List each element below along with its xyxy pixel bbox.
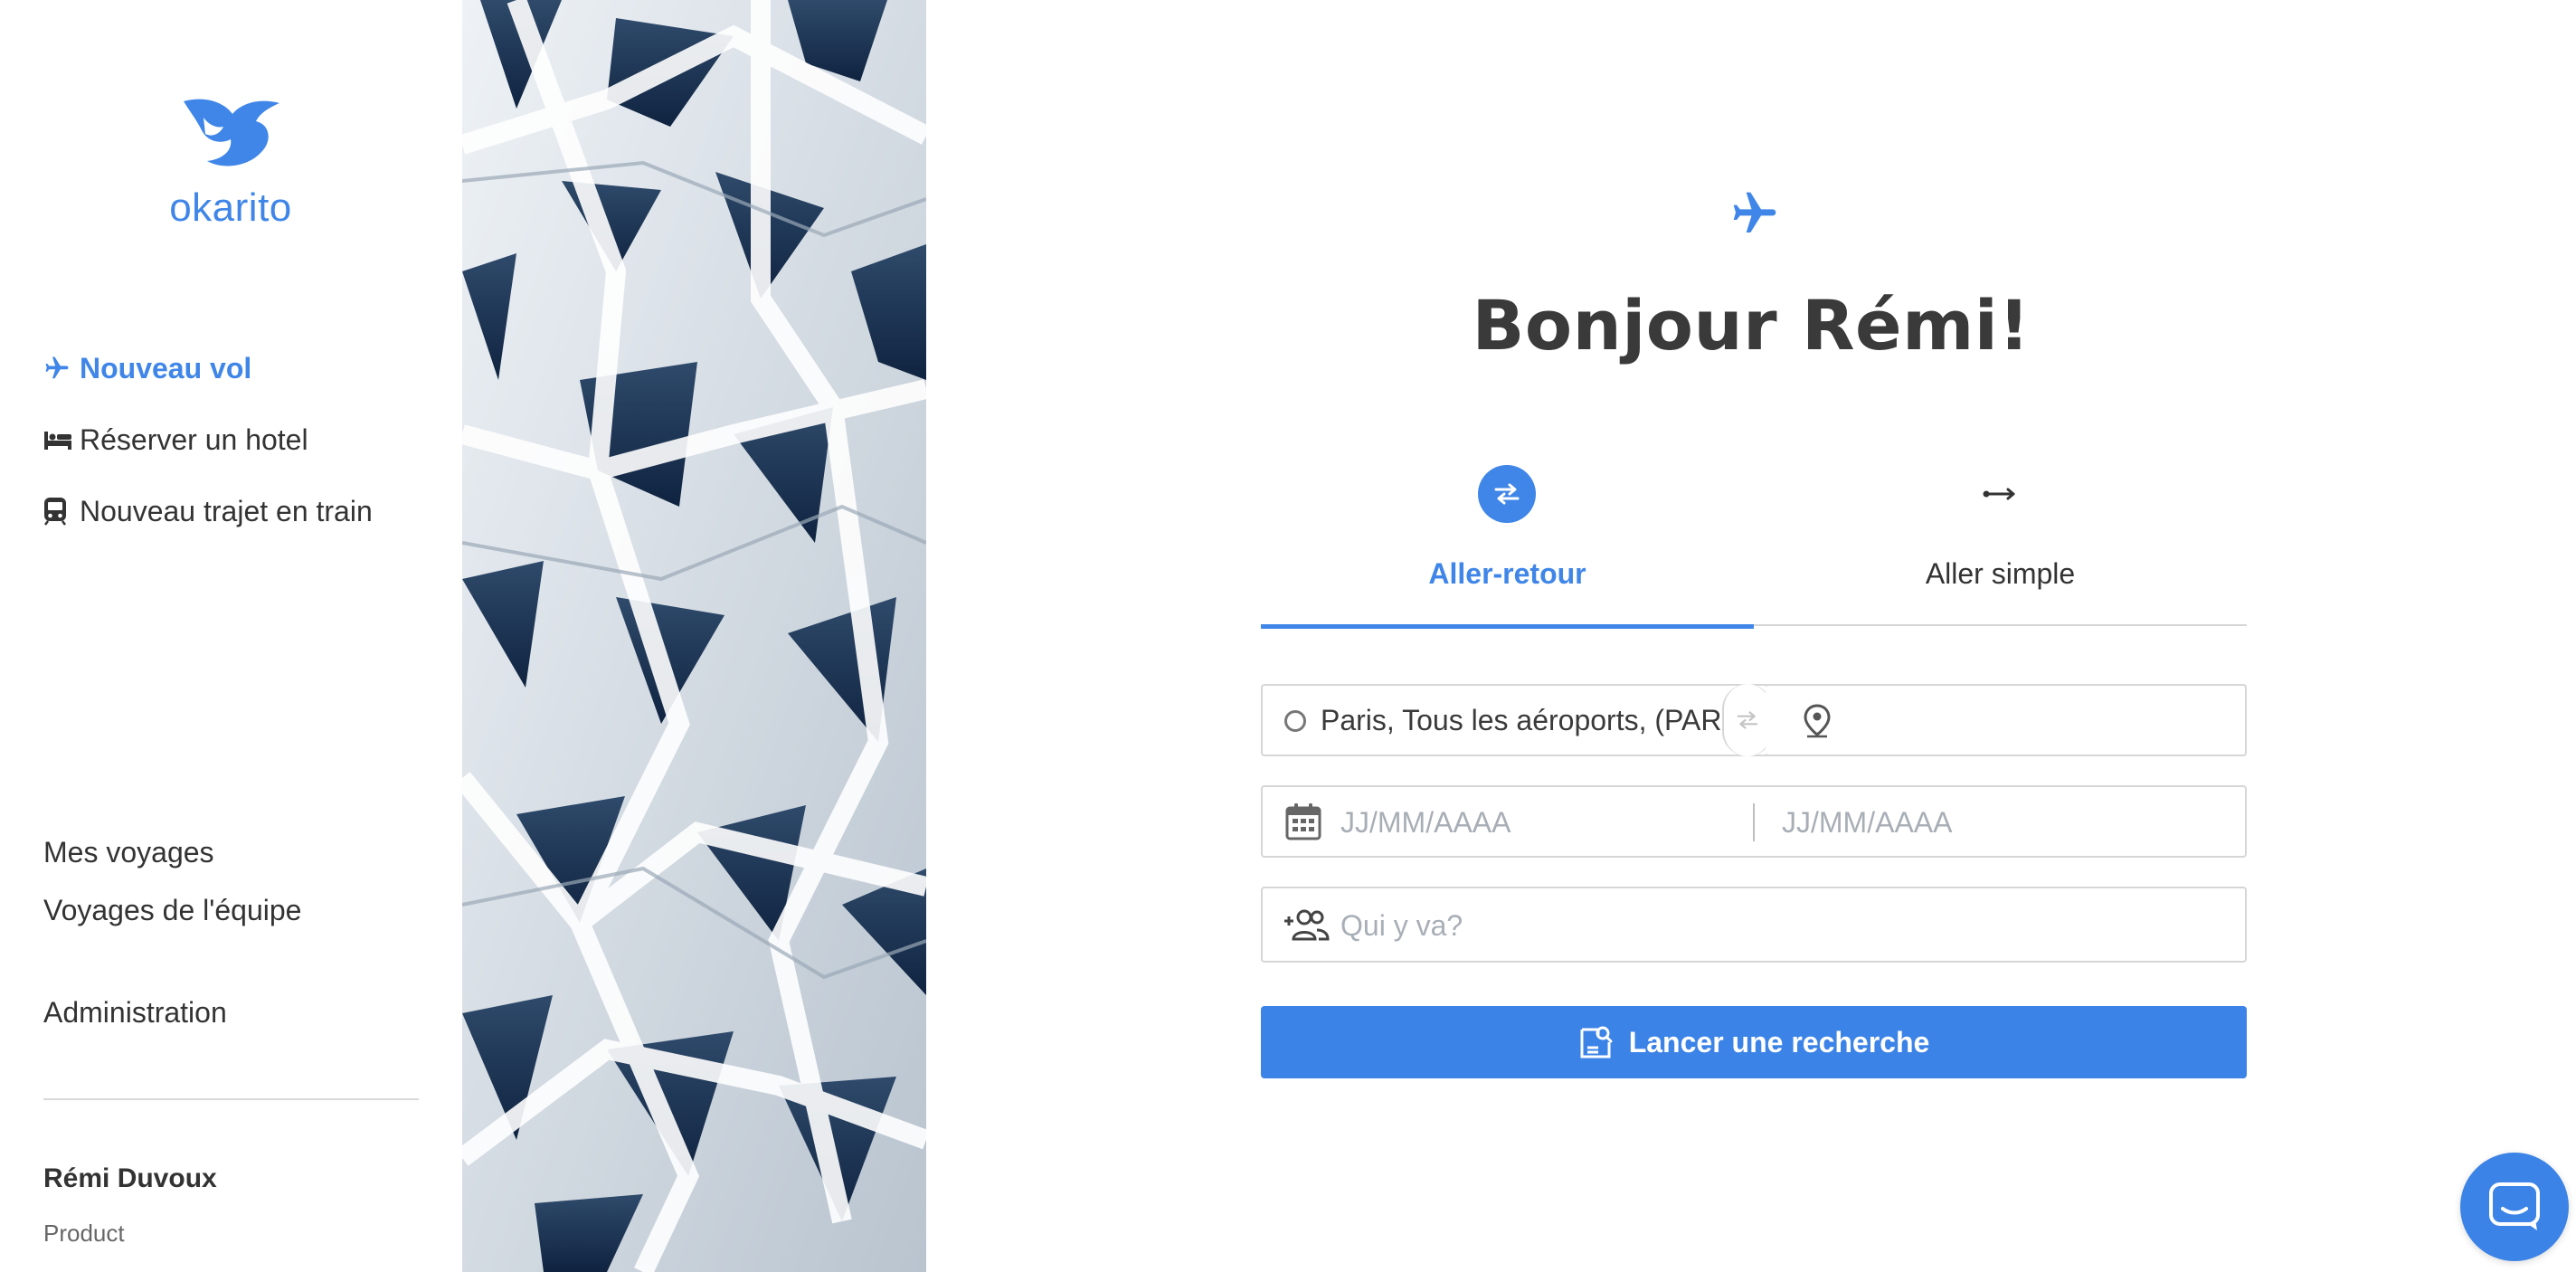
primary-nav: Nouveau vol Réserver un hotel Nouveau tr… [43, 344, 373, 558]
date-separator [1753, 803, 1755, 841]
one-way-icon [1971, 465, 2029, 523]
nav-item-book-hotel[interactable]: Réserver un hotel [43, 415, 373, 464]
travelers-field[interactable] [1261, 887, 2247, 963]
architecture-photo [462, 0, 926, 1272]
plane-icon [1733, 192, 1776, 233]
nav-item-label: Nouveau trajet en train [80, 494, 373, 527]
search-document-icon [1580, 1026, 1613, 1058]
nav-item-my-trips[interactable]: Mes voyages [43, 831, 301, 874]
sidebar: okarito Nouveau vol Réserver un hotel No… [0, 0, 462, 1272]
chat-icon [2489, 1182, 2540, 1230]
greeting-title: Bonjour Rémi! [1472, 285, 2031, 365]
train-icon [43, 498, 74, 526]
origin-value: Paris, Tous les aéroports, (PAR) [1321, 704, 1732, 736]
nav-item-label: Réserver un hotel [80, 422, 308, 456]
round-trip-icon [1478, 465, 1536, 523]
tab-one-way[interactable]: Aller simple [1754, 460, 2247, 626]
tab-round-trip[interactable]: Aller-retour [1261, 460, 1754, 629]
user-role: Product [43, 1220, 125, 1247]
dates-field [1261, 785, 2247, 858]
flight-search-panel: Bonjour Rémi! Aller-retour Aller simple … [926, 0, 2576, 1272]
user-name[interactable]: Rémi Duvoux [43, 1163, 217, 1194]
bed-icon [43, 426, 74, 453]
nav-item-new-flight[interactable]: Nouveau vol [43, 344, 373, 393]
chat-launcher-button[interactable] [2460, 1153, 2569, 1261]
secondary-nav: Mes voyages Voyages de l'équipe Administ… [43, 831, 301, 1034]
departure-date-input[interactable] [1340, 800, 1738, 845]
plane-icon [43, 355, 74, 382]
sidebar-divider [43, 1098, 419, 1100]
tab-label: Aller simple [1925, 557, 2076, 590]
origin-field[interactable]: Paris, Tous les aéroports, (PAR) [1261, 684, 1740, 756]
lattice-pattern-image [462, 0, 926, 1272]
return-date-input[interactable] [1782, 800, 2180, 845]
nav-item-administration[interactable]: Administration [43, 991, 301, 1034]
brand-name: okarito [169, 185, 292, 230]
brand-logo[interactable]: okarito [163, 94, 298, 231]
add-people-icon [1284, 909, 1330, 941]
nav-item-new-train[interactable]: Nouveau trajet en train [43, 487, 373, 536]
swap-arrows-icon [1737, 711, 1758, 729]
nav-item-label: Nouveau vol [80, 351, 252, 384]
destination-input[interactable] [1842, 698, 2221, 744]
nav-item-team-trips[interactable]: Voyages de l'équipe [43, 888, 301, 932]
travelers-input[interactable] [1340, 903, 2209, 948]
tab-label: Aller-retour [1428, 557, 1586, 590]
map-pin-icon [1804, 704, 1831, 738]
calendar-icon [1285, 803, 1321, 840]
search-button[interactable]: Lancer une recherche [1261, 1006, 2247, 1078]
origin-circle-icon [1284, 710, 1306, 732]
trip-type-tabs: Aller-retour Aller simple [1261, 460, 2247, 629]
bird-logo-icon [184, 99, 279, 166]
search-button-label: Lancer une recherche [1628, 1025, 1930, 1058]
destination-field[interactable] [1766, 684, 2247, 756]
